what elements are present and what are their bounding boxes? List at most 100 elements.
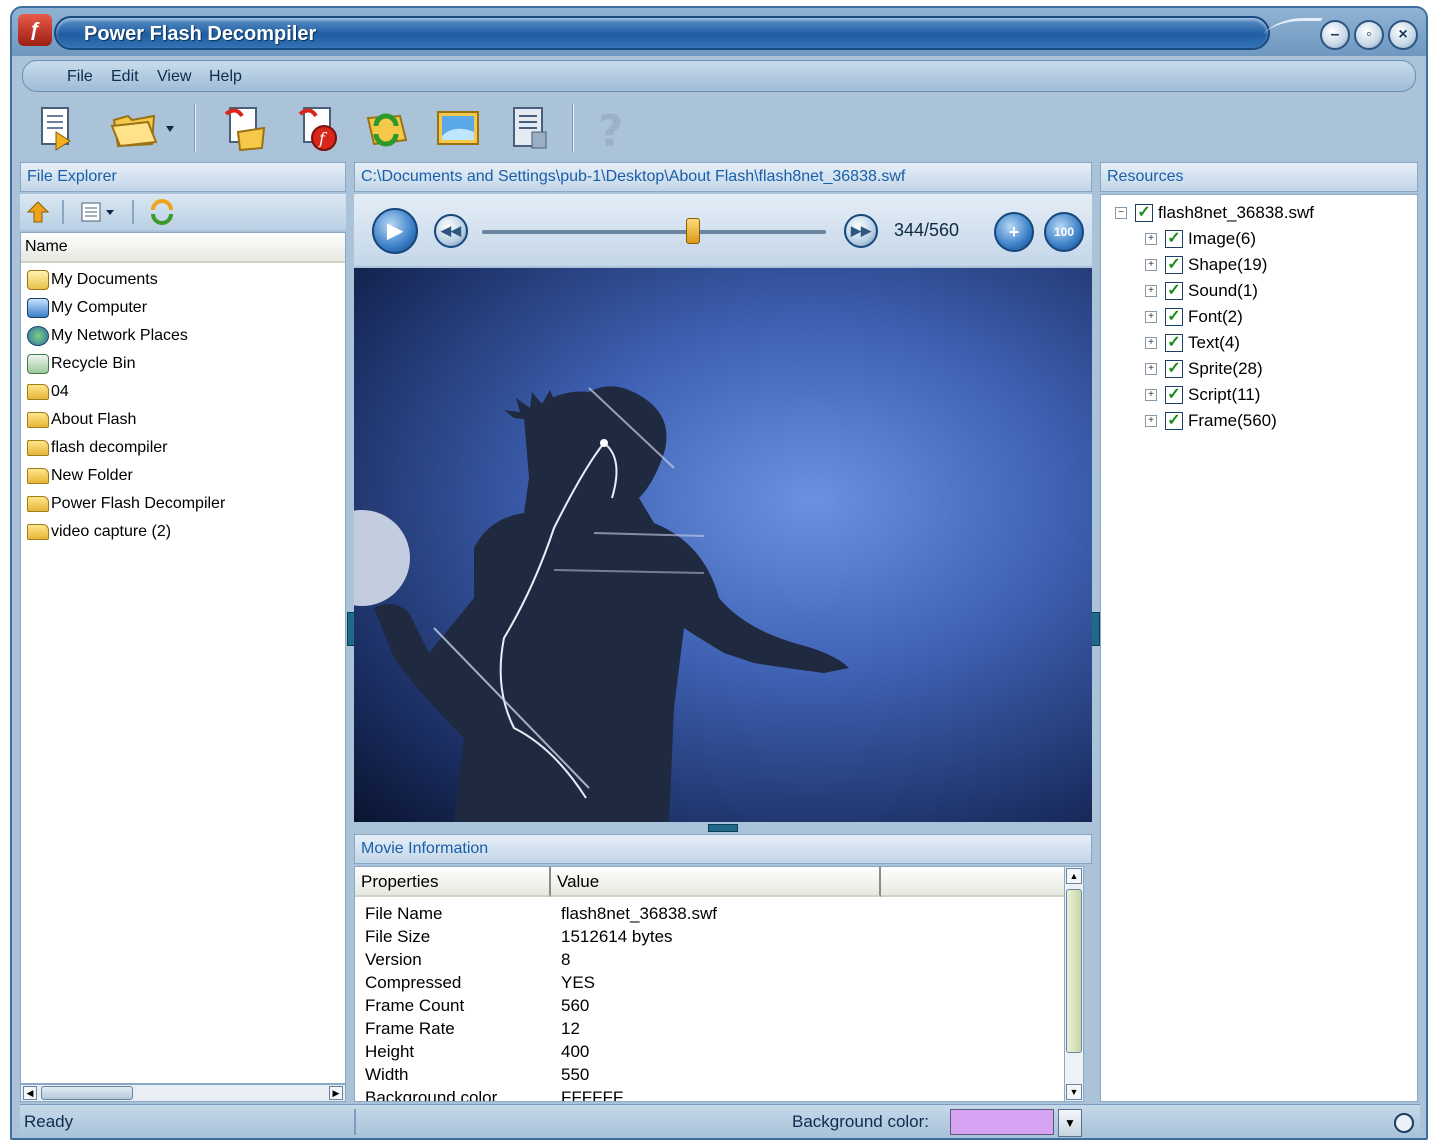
table-row[interactable]: File Name flash8net_36838.swf bbox=[355, 903, 1079, 926]
horizontal-scrollbar[interactable]: ◀ ▶ bbox=[20, 1084, 346, 1102]
table-row[interactable]: Version 8 bbox=[355, 949, 1079, 972]
list-item-new-folder[interactable]: New Folder bbox=[27, 463, 133, 489]
list-item-label: video capture (2) bbox=[51, 523, 172, 540]
expand-icon[interactable]: + bbox=[1145, 389, 1157, 401]
tree-item-sprite[interactable]: + ✓ Sprite(28) bbox=[1145, 357, 1263, 381]
export-selected-icon[interactable] bbox=[32, 102, 84, 154]
refresh-resources-icon[interactable] bbox=[360, 102, 412, 154]
flash-preview-stage[interactable] bbox=[354, 268, 1092, 822]
resources-tree[interactable]: − ✓ flash8net_36838.swf + ✓ Image(6) + ✓ Sha… bbox=[1100, 194, 1418, 1102]
checkbox[interactable]: ✓ bbox=[1165, 386, 1183, 404]
background-color-swatch[interactable] bbox=[950, 1109, 1054, 1135]
list-item-label: My Network Places bbox=[51, 327, 188, 344]
list-item-folder-04[interactable]: 04 bbox=[27, 379, 69, 405]
tree-item-shape[interactable]: + ✓ Shape(19) bbox=[1145, 253, 1267, 277]
splitter-grip[interactable] bbox=[708, 824, 738, 832]
checkbox[interactable]: ✓ bbox=[1165, 256, 1183, 274]
zoom-in-icon[interactable]: + bbox=[994, 212, 1034, 252]
table-row[interactable]: Frame Count 560 bbox=[355, 995, 1079, 1018]
collapse-icon[interactable]: − bbox=[1115, 207, 1127, 219]
dropdown-arrow-icon[interactable] bbox=[160, 102, 180, 154]
expand-icon[interactable]: + bbox=[1145, 363, 1157, 375]
tree-item-frame[interactable]: + ✓ Frame(560) bbox=[1145, 409, 1277, 433]
scroll-down-button[interactable]: ▼ bbox=[1066, 1084, 1082, 1100]
menu-help[interactable]: Help bbox=[209, 68, 242, 86]
checkbox[interactable]: ✓ bbox=[1165, 282, 1183, 300]
table-row[interactable]: Frame Rate 12 bbox=[355, 1018, 1079, 1041]
scroll-thumb[interactable] bbox=[41, 1086, 133, 1100]
tree-item-text[interactable]: + ✓ Text(4) bbox=[1145, 331, 1240, 355]
expand-icon[interactable]: + bbox=[1145, 311, 1157, 323]
checkbox[interactable]: ✓ bbox=[1165, 334, 1183, 352]
restore-button[interactable]: ◦ bbox=[1354, 20, 1384, 50]
movie-information-table[interactable]: Properties Value File Name flash8net_3683… bbox=[354, 866, 1080, 1102]
list-item-power-flash-decompiler[interactable]: Power Flash Decompiler bbox=[27, 491, 225, 517]
expand-icon[interactable]: + bbox=[1145, 285, 1157, 297]
rewind-icon[interactable]: ◀◀ bbox=[434, 214, 468, 248]
convert-to-flash-icon[interactable]: f bbox=[290, 102, 342, 154]
name-column-header[interactable]: Name bbox=[21, 233, 345, 263]
table-row[interactable]: Width 550 bbox=[355, 1064, 1079, 1087]
checkbox[interactable]: ✓ bbox=[1165, 230, 1183, 248]
preview-image-icon[interactable] bbox=[432, 102, 484, 154]
list-item-my-computer[interactable]: My Computer bbox=[27, 295, 147, 321]
background-color-dropdown[interactable]: ▼ bbox=[1058, 1109, 1082, 1137]
list-item-my-documents[interactable]: My Documents bbox=[27, 267, 158, 293]
list-item-about-flash[interactable]: About Flash bbox=[27, 407, 136, 433]
recycle-bin-icon bbox=[27, 354, 49, 374]
list-item-my-network-places[interactable]: My Network Places bbox=[27, 323, 188, 349]
extract-icon[interactable] bbox=[216, 102, 268, 154]
checkbox[interactable]: ✓ bbox=[1165, 308, 1183, 326]
play-icon[interactable]: ▶ bbox=[372, 208, 418, 254]
tree-item-label: Font(2) bbox=[1188, 307, 1243, 326]
expand-icon[interactable]: + bbox=[1145, 233, 1157, 245]
table-row[interactable]: Height 400 bbox=[355, 1041, 1079, 1064]
menu-file[interactable]: File bbox=[67, 68, 93, 86]
table-row[interactable]: Compressed YES bbox=[355, 972, 1079, 995]
tree-item-image[interactable]: + ✓ Image(6) bbox=[1145, 227, 1256, 251]
expand-icon[interactable]: + bbox=[1145, 337, 1157, 349]
list-item-recycle-bin[interactable]: Recycle Bin bbox=[27, 351, 135, 377]
table-row[interactable]: Background color FFFFFF bbox=[355, 1087, 1079, 1101]
value-column-header[interactable]: Value bbox=[551, 867, 881, 897]
tree-item-sound[interactable]: + ✓ Sound(1) bbox=[1145, 279, 1258, 303]
expand-icon[interactable]: + bbox=[1145, 259, 1157, 271]
properties-column-header[interactable]: Properties bbox=[355, 867, 551, 897]
vertical-scrollbar[interactable]: ▲ ▼ bbox=[1064, 866, 1084, 1102]
extra-column-header[interactable] bbox=[881, 867, 1079, 897]
bottom-splitter[interactable] bbox=[354, 822, 1092, 834]
toolbar-separator bbox=[132, 200, 134, 224]
scroll-thumb[interactable] bbox=[1066, 889, 1082, 1053]
scroll-right-button[interactable]: ▶ bbox=[329, 1086, 343, 1100]
scroll-left-button[interactable]: ◀ bbox=[23, 1086, 37, 1100]
minimize-button[interactable]: – bbox=[1320, 20, 1350, 50]
resize-grip-icon[interactable] bbox=[1394, 1113, 1414, 1133]
frame-slider-thumb[interactable] bbox=[686, 218, 701, 244]
checkbox[interactable]: ✓ bbox=[1165, 360, 1183, 378]
scroll-up-button[interactable]: ▲ bbox=[1066, 868, 1082, 884]
fast-forward-icon[interactable]: ▶▶ bbox=[844, 214, 878, 248]
menu-edit[interactable]: Edit bbox=[111, 68, 139, 86]
help-icon[interactable]: ? bbox=[586, 102, 638, 154]
checkbox[interactable]: ✓ bbox=[1135, 204, 1153, 222]
properties-icon[interactable] bbox=[504, 102, 556, 154]
tree-item-script[interactable]: + ✓ Script(11) bbox=[1145, 383, 1260, 407]
close-button[interactable]: × bbox=[1388, 20, 1418, 50]
frame-slider-track[interactable] bbox=[482, 230, 826, 234]
file-explorer-panel: File Explorer Name My Documents My Compu… bbox=[20, 162, 346, 1102]
list-item-video-capture[interactable]: video capture (2) bbox=[27, 519, 171, 545]
list-item-flash-decompiler[interactable]: flash decompiler bbox=[27, 435, 168, 461]
expand-icon[interactable]: + bbox=[1145, 415, 1157, 427]
refresh-icon[interactable] bbox=[148, 198, 176, 226]
view-mode-icon[interactable] bbox=[80, 200, 120, 224]
title-bar[interactable]: ƒ Power Flash Decompiler – ◦ × bbox=[12, 8, 1426, 56]
up-folder-icon[interactable] bbox=[26, 200, 50, 224]
checkbox[interactable]: ✓ bbox=[1165, 412, 1183, 430]
menu-view[interactable]: View bbox=[157, 68, 191, 86]
table-row[interactable]: File Size 1512614 bytes bbox=[355, 926, 1079, 949]
actual-size-icon[interactable]: 100 bbox=[1044, 212, 1084, 252]
file-explorer-list[interactable]: Name My Documents My Computer My Network… bbox=[20, 232, 346, 1084]
tree-root[interactable]: − ✓ flash8net_36838.swf bbox=[1115, 201, 1314, 225]
open-folder-icon[interactable] bbox=[108, 102, 160, 154]
tree-item-font[interactable]: + ✓ Font(2) bbox=[1145, 305, 1243, 329]
